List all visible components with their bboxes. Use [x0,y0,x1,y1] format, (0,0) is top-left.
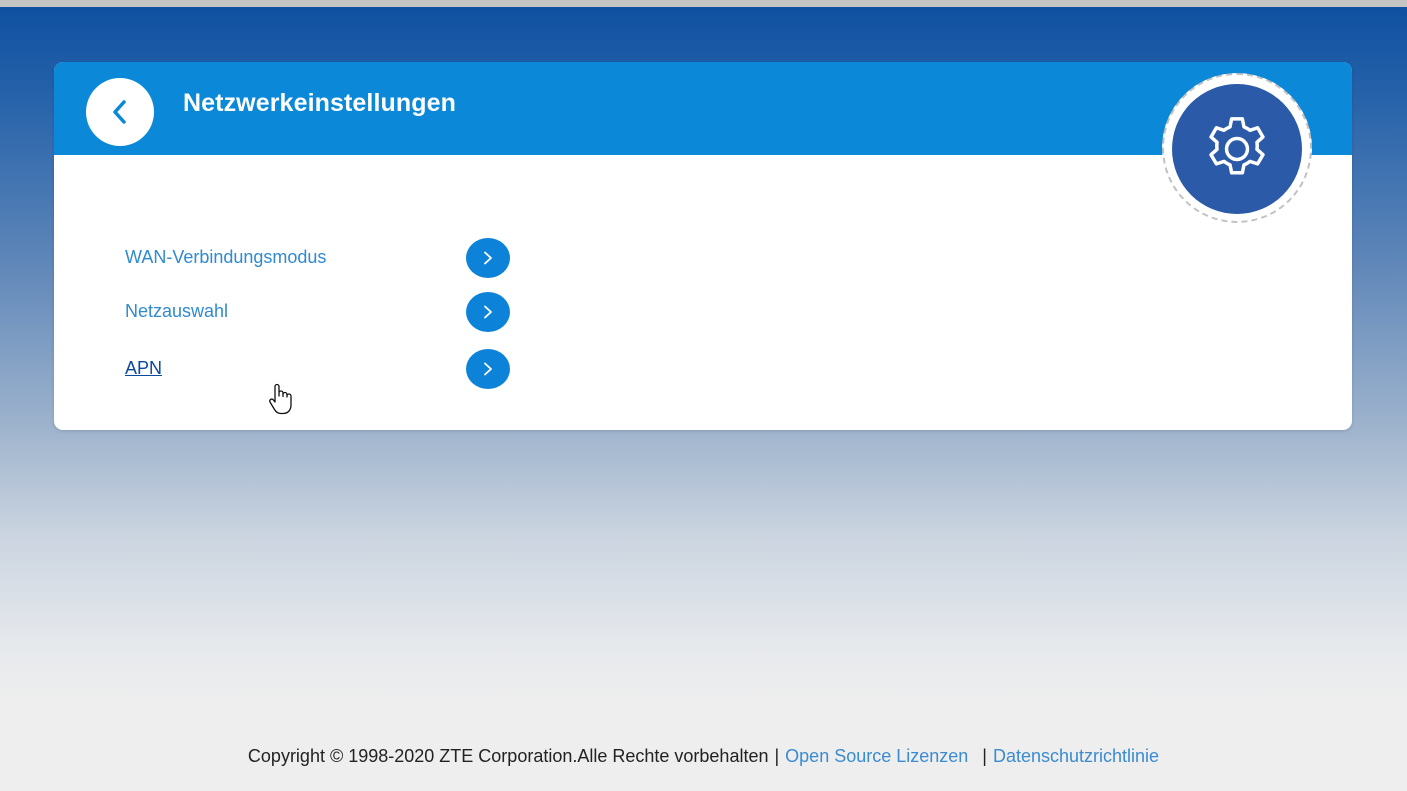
page-title: Netzwerkeinstellungen [183,89,456,117]
menu-item-apn[interactable]: APN [125,349,515,391]
card-header: Netzwerkeinstellungen [54,62,1352,155]
footer: Copyright © 1998-2020 ZTE Corporation.Al… [0,746,1407,767]
copyright-text: Copyright © 1998-2020 ZTE Corporation.Al… [247,746,769,766]
back-button[interactable] [86,78,154,146]
menu-item-network-selection[interactable]: Netzauswahl [125,292,515,334]
menu-item-arrow-button[interactable] [466,238,510,278]
menu-item-label[interactable]: WAN-Verbindungsmodus [125,247,326,268]
chevron-right-icon [484,362,492,376]
footer-separator: | [774,746,780,766]
privacy-policy-link[interactable]: Datenschutzrichtlinie [993,746,1159,766]
menu-item-arrow-button[interactable] [466,292,510,332]
gear-icon [1209,117,1265,175]
menu-item-label[interactable]: Netzauswahl [125,301,228,322]
chevron-right-icon [484,305,492,319]
footer-separator: | [982,746,987,766]
menu-item-wan-mode[interactable]: WAN-Verbindungsmodus [125,238,515,280]
chevron-left-icon [113,100,126,124]
open-source-licenses-link[interactable]: Open Source Lizenzen [785,746,968,766]
settings-badge [1172,84,1302,214]
menu-item-label[interactable]: APN [125,358,162,379]
top-strip [0,0,1407,7]
chevron-right-icon [484,251,492,265]
hand-pointer-icon [269,383,292,415]
menu-item-arrow-button[interactable] [466,349,510,389]
